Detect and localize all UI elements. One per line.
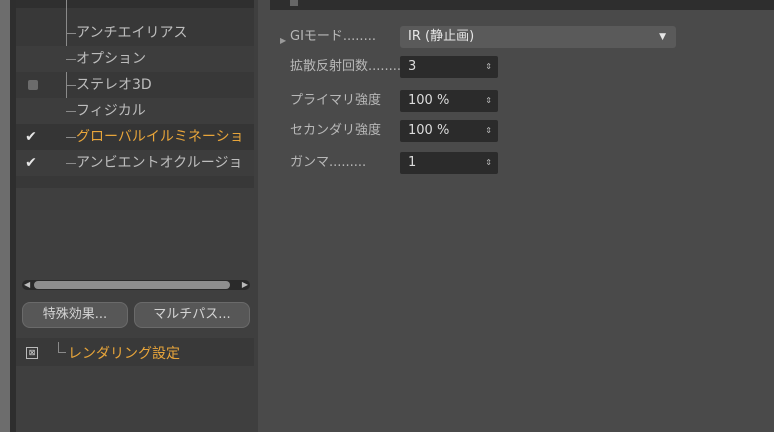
primary-intensity-label: プライマリ強度 bbox=[290, 93, 382, 108]
tree-item-physical[interactable]: フィジカル bbox=[16, 98, 254, 124]
disabled-checkbox-icon[interactable] bbox=[28, 80, 38, 90]
scrollbar-thumb[interactable] bbox=[34, 281, 230, 289]
secondary-intensity-label: セカンダリ強度 bbox=[290, 123, 382, 138]
tree-header-strip bbox=[16, 0, 254, 8]
scroll-left-icon[interactable]: ◀ bbox=[24, 280, 30, 290]
diffuse-depth-input[interactable]: 3 ⇕ bbox=[400, 56, 498, 78]
expand-arrow-icon[interactable]: ▶ bbox=[280, 36, 286, 45]
stepper-arrows-icon[interactable]: ⇕ bbox=[485, 152, 492, 174]
multipass-button[interactable]: マルチパス... bbox=[134, 302, 250, 328]
render-settings-label: レンダリング設定 bbox=[68, 346, 180, 362]
tree-branch bbox=[66, 163, 76, 164]
checkmark-icon[interactable]: ✔ bbox=[24, 156, 38, 170]
horizontal-scrollbar[interactable]: ◀ ▶ bbox=[22, 280, 250, 290]
tree-item-options[interactable]: オプション bbox=[16, 46, 254, 72]
render-settings-icon: ⊠ bbox=[26, 347, 38, 359]
tree-item-label: グローバルイルミネーショ bbox=[76, 129, 244, 145]
gi-mode-value: IR (静止画) bbox=[408, 29, 475, 44]
tree-branch bbox=[66, 85, 76, 86]
tree-item-label: ステレオ3D bbox=[76, 77, 152, 93]
header-tab-icon bbox=[290, 0, 298, 6]
chevron-down-icon: ▼ bbox=[659, 32, 666, 42]
primary-intensity-value: 100 % bbox=[408, 93, 450, 108]
tree-item-label: オプション bbox=[76, 51, 146, 67]
tree-branch bbox=[66, 137, 76, 138]
tree-item-label: アンビエントオクルージョ bbox=[76, 155, 243, 171]
tree-branch bbox=[66, 59, 76, 60]
tree-item-antialiasing[interactable]: アンチエイリアス bbox=[16, 20, 254, 46]
tree-item-label: フィジカル bbox=[76, 103, 146, 119]
stepper-arrows-icon[interactable]: ⇕ bbox=[485, 56, 492, 78]
tree-item-ambient-occlusion[interactable]: ✔ アンビエントオクルージョ bbox=[16, 150, 254, 176]
stepper-arrows-icon[interactable]: ⇕ bbox=[485, 90, 492, 112]
scroll-right-icon[interactable]: ▶ bbox=[242, 280, 248, 290]
secondary-intensity-value: 100 % bbox=[408, 123, 450, 138]
panel-edge bbox=[0, 0, 10, 432]
checkmark-icon[interactable]: ✔ bbox=[24, 130, 38, 144]
tree-item-label: アンチエイリアス bbox=[76, 25, 188, 41]
gi-mode-label: GIモード........ bbox=[290, 29, 376, 44]
tree-item-global-illumination[interactable]: ✔ グローバルイルミネーショ bbox=[16, 124, 254, 150]
render-settings-panel: アンチエイリアス オプション ステレオ3D フィジカル ✔ グローバルイルミネー… bbox=[0, 0, 258, 432]
secondary-intensity-input[interactable]: 100 % ⇕ bbox=[400, 120, 498, 142]
diffuse-depth-label: 拡散反射回数........ bbox=[290, 59, 402, 74]
gi-mode-dropdown[interactable]: IR (静止画) ▼ bbox=[400, 26, 676, 48]
gamma-input[interactable]: 1 ⇕ bbox=[400, 152, 498, 174]
stepper-arrows-icon[interactable]: ⇕ bbox=[485, 120, 492, 142]
gamma-value: 1 bbox=[408, 155, 417, 170]
diffuse-depth-value: 3 bbox=[408, 59, 417, 74]
gamma-label: ガンマ......... bbox=[290, 155, 367, 170]
tree-branch bbox=[66, 111, 76, 112]
tree-branch bbox=[66, 33, 76, 34]
tree-branch bbox=[58, 352, 66, 353]
effects-button[interactable]: 特殊効果... bbox=[22, 302, 128, 328]
primary-intensity-input[interactable]: 100 % ⇕ bbox=[400, 90, 498, 112]
settings-tree: アンチエイリアス オプション ステレオ3D フィジカル ✔ グローバルイルミネー… bbox=[16, 0, 254, 188]
render-settings-item[interactable]: ⊠ レンダリング設定 bbox=[16, 338, 254, 366]
tree-item-stereo3d[interactable]: ステレオ3D bbox=[16, 72, 254, 98]
attributes-header-bar bbox=[270, 0, 774, 10]
